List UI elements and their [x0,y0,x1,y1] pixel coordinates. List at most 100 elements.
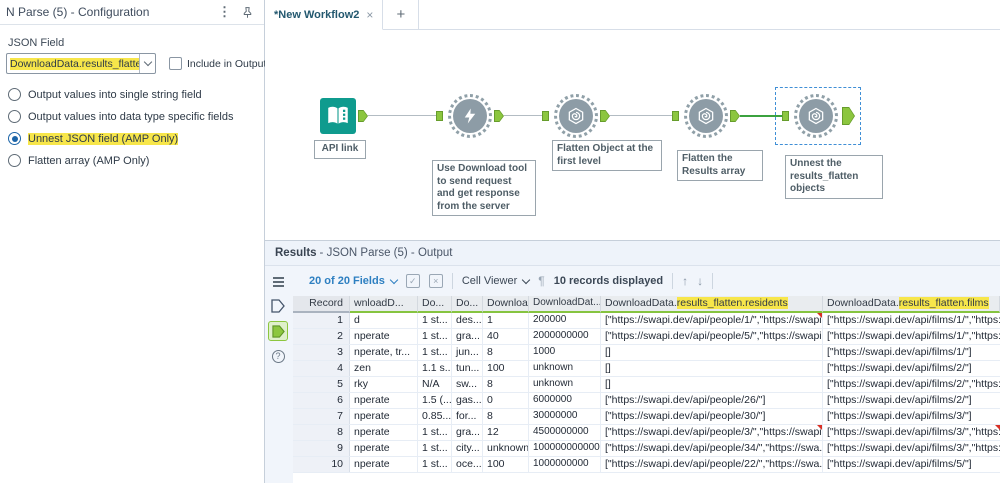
radio-button[interactable] [8,132,21,145]
table-cell[interactable]: 1 st... [418,345,452,360]
table-cell[interactable]: nperate [350,457,418,472]
list-view-icon[interactable] [268,273,288,291]
table-cell[interactable]: ["https://swapi.dev/api/films/3/","https… [823,441,1000,456]
table-cell[interactable]: [] [601,361,823,376]
table-row-4[interactable]: 4 zen 1.1 s... tun... 100 unknown[] ["https://… [293,361,1000,377]
table-cell[interactable]: 1 st... [418,441,452,456]
cell-viewer-dropdown[interactable]: Cell Viewer [462,275,531,287]
table-cell[interactable]: ["https://swapi.dev/api/films/1/"] [823,345,1000,360]
table-cell[interactable]: 1 st... [418,329,452,344]
tool-download[interactable] [448,94,492,138]
table-cell[interactable]: unknown [529,361,601,376]
table-cell[interactable]: ["https://swapi.dev/api/films/3/","https… [823,425,1000,440]
table-cell[interactable]: zen [350,361,418,376]
table-cell[interactable]: ["https://swapi.dev/api/people/1/","http… [601,313,823,328]
table-cell[interactable]: ["https://swapi.dev/api/people/30/"] [601,409,823,424]
tool-json-parse-2[interactable] [684,94,728,138]
table-cell[interactable]: rky [350,377,418,392]
table-cell[interactable]: nperate [350,425,418,440]
radio-option-0[interactable]: Output values into single string field [8,88,258,101]
table-cell[interactable]: oce... [452,457,483,472]
annotation-unnest[interactable]: Unnest the results_flatten objects [785,155,883,199]
tool-json-parse-3-selected[interactable] [794,94,838,138]
table-cell[interactable]: unknown [529,377,601,392]
column-header-3[interactable]: Do... [452,296,483,313]
table-cell[interactable]: 1 st... [418,425,452,440]
input-anchor[interactable] [782,111,789,121]
table-cell[interactable]: 8 [483,409,529,424]
table-cell[interactable]: 10 [293,457,350,472]
annotation-api-link[interactable]: API link [314,140,366,159]
include-in-output-checkbox[interactable] [169,57,182,70]
table-cell[interactable]: 6 [293,393,350,408]
table-cell[interactable]: city... [452,441,483,456]
tool-json-parse-1[interactable] [554,94,598,138]
table-cell[interactable]: nperate [350,393,418,408]
table-row-8[interactable]: 8 nperate 1 st... gra... 12 4500000000 ["https… [293,425,1000,441]
output-anchor[interactable] [494,110,504,122]
table-cell[interactable]: nperate [350,409,418,424]
table-cell[interactable]: unknown [483,441,529,456]
output-anchor[interactable] [600,110,610,122]
table-cell[interactable]: 1000000000 [529,457,601,472]
table-cell[interactable]: 8 [483,345,529,360]
table-cell[interactable]: 9 [293,441,350,456]
table-cell[interactable]: gra... [452,329,483,344]
table-cell[interactable]: [] [601,345,823,360]
table-row-3[interactable]: 3 nperate, tr... 1 st... jun... 8 1000[] ["htt… [293,345,1000,361]
fields-dropdown[interactable]: 20 of 20 Fields [309,275,399,287]
table-cell[interactable]: 3 [293,345,350,360]
table-cell[interactable]: N/A [418,377,452,392]
table-cell[interactable]: ["https://swapi.dev/api/people/5/","http… [601,329,823,344]
annotation-download[interactable]: Use Download tool to send request and ge… [432,160,536,216]
column-header-6[interactable]: DownloadData.results_flatten.residents [601,296,823,313]
down-arrow-icon[interactable]: ↓ [697,274,703,288]
table-row-2[interactable]: 2 nperate 1 st... gra... 40 2000000000 ["https… [293,329,1000,345]
annotation-flatten-object[interactable]: Flatten Object at the first level [552,140,662,171]
table-cell[interactable]: nperate [350,329,418,344]
column-header-4[interactable]: Downloa... [483,296,529,313]
table-cell[interactable]: 1000 [529,345,601,360]
column-header-1[interactable]: wnloadD... [350,296,418,313]
help-icon[interactable]: ? [268,347,288,365]
output-anchor[interactable] [730,110,740,122]
close-icon[interactable]: × [366,8,373,22]
table-cell[interactable]: 2000000000 [529,329,601,344]
connection-2-3[interactable] [504,115,542,116]
table-cell[interactable]: 5 [293,377,350,392]
up-arrow-icon[interactable]: ↑ [682,274,688,288]
table-row-7[interactable]: 7 nperate 0.85... for... 8 30000000 ["https://… [293,409,1000,425]
table-row-10[interactable]: 10 nperate 1 st... oce... 100 1000000000 ["htt… [293,457,1000,473]
table-cell[interactable]: ["https://swapi.dev/api/people/3/","http… [601,425,823,440]
table-cell[interactable]: gas... [452,393,483,408]
table-cell[interactable]: 40 [483,329,529,344]
kebab-menu-icon[interactable]: ⋮ [212,4,237,20]
table-cell[interactable]: [] [601,377,823,392]
table-cell[interactable]: 2 [293,329,350,344]
table-cell[interactable]: 100 [483,457,529,472]
chevron-down-icon[interactable] [139,54,155,73]
table-cell[interactable]: ["https://swapi.dev/api/people/22/","htt… [601,457,823,472]
table-cell[interactable]: tun... [452,361,483,376]
table-row-5[interactable]: 5 rky N/A sw... 8 unknown[] ["https://swapi.de… [293,377,1000,393]
table-cell[interactable]: 200000 [529,313,601,328]
radio-option-2[interactable]: Unnest JSON field (AMP Only) [8,132,258,145]
table-cell[interactable]: for... [452,409,483,424]
select-fields-icon[interactable]: ✓ [405,274,420,288]
input-anchor[interactable] [542,111,549,121]
workflow-canvas[interactable]: API link Use Download tool to send reque… [265,30,1000,240]
output-anchor-icon-selected[interactable] [268,321,288,341]
json-field-dropdown[interactable]: DownloadData.results_flatten [6,53,156,74]
table-cell[interactable]: ["https://swapi.dev/api/people/34/","htt… [601,441,823,456]
column-header-5[interactable]: DownloadDat... [529,296,601,313]
table-cell[interactable]: gra... [452,425,483,440]
table-cell[interactable]: 12 [483,425,529,440]
table-cell[interactable]: ["https://swapi.dev/api/films/5/"] [823,457,1000,472]
table-cell[interactable]: ["https://swapi.dev/api/films/1/","https… [823,329,1000,344]
table-cell[interactable]: 1000000000000 [529,441,601,456]
radio-option-3[interactable]: Flatten array (AMP Only) [8,154,258,167]
table-cell[interactable]: ["https://swapi.dev/api/films/3/"] [823,409,1000,424]
column-header-7[interactable]: DownloadData.results_flatten.films [823,296,1000,313]
table-cell[interactable]: 8 [483,377,529,392]
table-cell[interactable]: ["https://swapi.dev/api/films/1/","https… [823,313,1000,328]
